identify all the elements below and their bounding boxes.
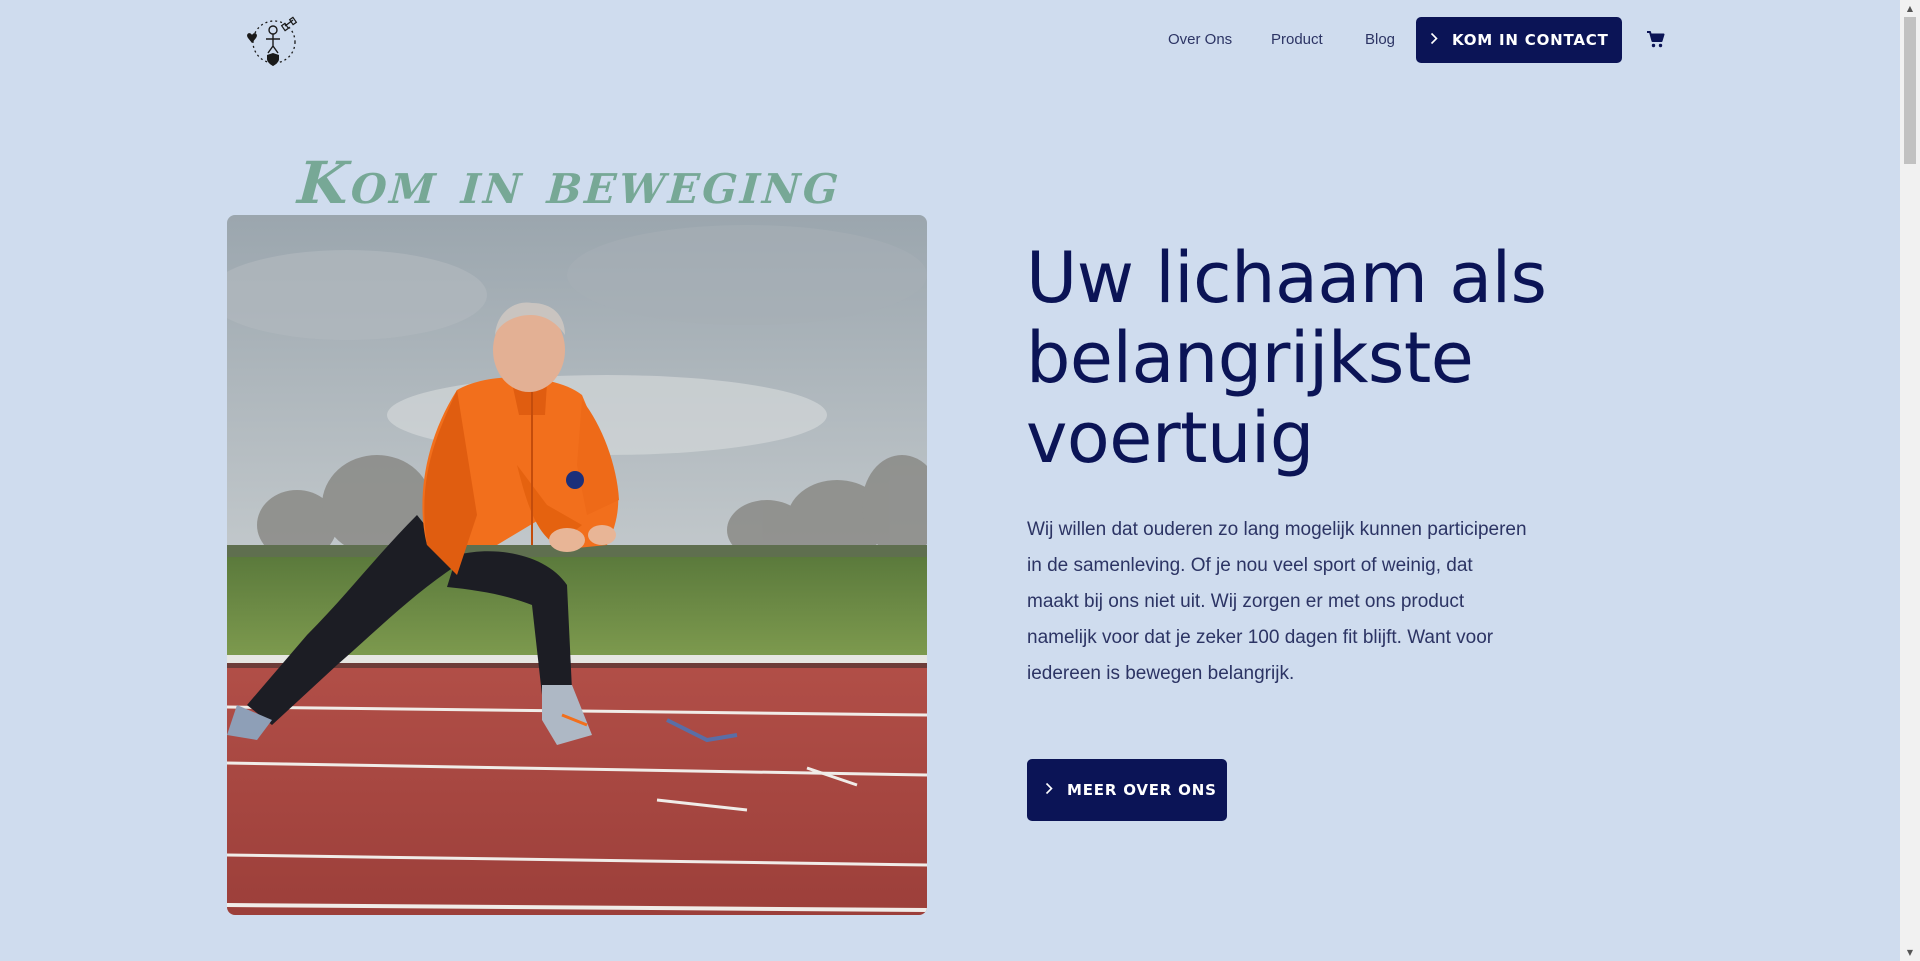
more-about-us-label: MEER OVER ONS xyxy=(1067,781,1217,799)
nav-link-over-ons[interactable]: Over Ons xyxy=(1168,31,1232,48)
nav-link-blog[interactable]: Blog xyxy=(1365,31,1395,48)
contact-button-label: KOM IN CONTACT xyxy=(1452,31,1609,49)
site-header: Over Ons Product Blog KOM IN CONTACT xyxy=(0,0,1900,80)
scroll-thumb[interactable] xyxy=(1904,17,1916,164)
contact-button[interactable]: KOM IN CONTACT xyxy=(1416,17,1622,63)
more-about-us-button[interactable]: MEER OVER ONS xyxy=(1027,759,1227,821)
chevron-right-icon xyxy=(1045,781,1053,799)
logo[interactable] xyxy=(241,12,305,68)
hero-intro-text: Wij willen dat ouderen zo lang mogelijk … xyxy=(1027,519,1527,684)
nav-link-product[interactable]: Product xyxy=(1271,31,1323,48)
scrollbar[interactable]: ▲ ▼ xyxy=(1900,0,1920,961)
scroll-down-arrow-icon[interactable]: ▼ xyxy=(1900,944,1920,961)
hero-photo xyxy=(227,215,927,915)
scroll-up-arrow-icon[interactable]: ▲ xyxy=(1900,0,1920,17)
chevron-right-icon xyxy=(1430,31,1438,49)
hero-tagline: Kom in beweging xyxy=(295,149,844,217)
cart-icon[interactable] xyxy=(1646,29,1666,49)
hero-heading: Uw lichaam als belangrijkste voertuig xyxy=(1026,237,1547,479)
